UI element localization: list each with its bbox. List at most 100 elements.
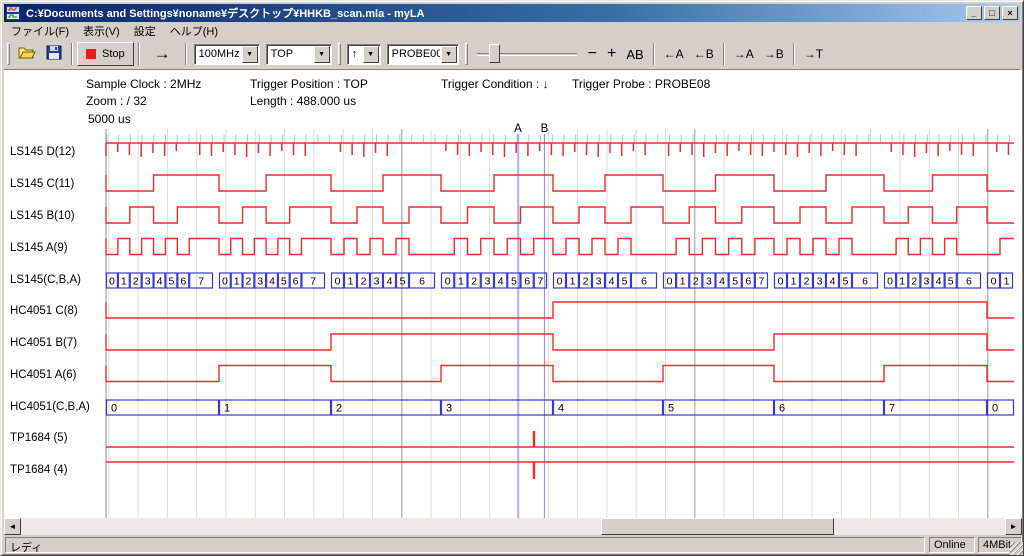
- sample-rate-combo[interactable]: 100MHz ▼: [194, 44, 260, 65]
- signal-label[interactable]: LS145 A(9): [10, 242, 106, 257]
- bus-value: 6: [180, 276, 186, 288]
- toolbar-grip[interactable]: [7, 43, 10, 65]
- bus-value: 0: [111, 403, 117, 415]
- goto-b-left-button[interactable]: ←B: [689, 45, 719, 63]
- bus-value: 3: [484, 276, 490, 288]
- stop-button[interactable]: Stop: [77, 42, 134, 66]
- bus-value: 1: [680, 276, 686, 288]
- bus-value: 1: [791, 276, 797, 288]
- waveform-plot[interactable]: AB01234567012345670123456012345670123456…: [4, 70, 1022, 518]
- bus-value: 0: [335, 276, 341, 288]
- bus-value: 6: [641, 276, 647, 288]
- save-floppy-icon: [46, 45, 62, 60]
- bus-value: 3: [706, 276, 712, 288]
- dropdown-arrow-icon[interactable]: ▼: [363, 46, 379, 63]
- maximize-button[interactable]: □: [984, 6, 1000, 20]
- marker-a-label: A: [514, 123, 522, 135]
- scroll-left-arrow-icon[interactable]: ◄: [4, 518, 21, 535]
- scroll-right-arrow-icon[interactable]: ►: [1005, 518, 1022, 535]
- menu-settings[interactable]: 設定: [127, 21, 163, 41]
- zoom-out-button[interactable]: −: [583, 43, 602, 65]
- toolbar-grip[interactable]: [338, 43, 341, 65]
- signal-label[interactable]: HC4051 B(7): [10, 337, 106, 352]
- signal-label[interactable]: TP1684 (5): [10, 432, 106, 447]
- bus-value: 4: [936, 276, 942, 288]
- menu-view[interactable]: 表示(V): [76, 21, 127, 41]
- signal-label[interactable]: LS145 B(10): [10, 210, 106, 225]
- bus-value: 5: [843, 276, 849, 288]
- resize-grip[interactable]: [1010, 542, 1023, 555]
- toolbar-separator: [793, 43, 795, 65]
- bus-value: 4: [558, 403, 564, 415]
- sample-rate-value: 100MHz: [195, 48, 241, 60]
- bus-value: 7: [759, 276, 765, 288]
- bus-value: 4: [157, 276, 163, 288]
- app-icon: [6, 5, 22, 21]
- bus-value: 3: [446, 403, 452, 415]
- dropdown-arrow-icon[interactable]: ▼: [441, 46, 457, 63]
- goto-trigger-button[interactable]: →T: [799, 45, 828, 63]
- waveform-panel[interactable]: Sample Clock : 2MHz Trigger Position : T…: [4, 70, 1022, 518]
- signal-label[interactable]: TP1684 (4): [10, 464, 106, 479]
- bus-value: 5: [168, 276, 174, 288]
- stop-label: Stop: [102, 48, 125, 60]
- dropdown-arrow-icon[interactable]: ▼: [242, 46, 258, 63]
- run-button[interactable]: →: [144, 44, 181, 64]
- bus-value: 1: [570, 276, 576, 288]
- signal-label[interactable]: LS145(C,B,A): [10, 274, 106, 289]
- toolbar-grip[interactable]: [465, 43, 468, 65]
- bus-value: 6: [966, 276, 972, 288]
- minimize-button[interactable]: _: [966, 6, 982, 20]
- bus-value: 5: [948, 276, 954, 288]
- bus-value: 4: [387, 276, 393, 288]
- bus-value: 5: [400, 276, 406, 288]
- trigger-position-combo[interactable]: TOP ▼: [266, 44, 332, 65]
- horizontal-scrollbar[interactable]: ◄ ►: [4, 518, 1022, 535]
- title-bar[interactable]: C:¥Documents and Settings¥noname¥デスクトップ¥…: [4, 4, 1020, 22]
- bus-value: 1: [348, 276, 354, 288]
- bus-value: 5: [668, 403, 674, 415]
- bus-value: 6: [779, 403, 785, 415]
- bus-value: 5: [281, 276, 287, 288]
- bus-value: 7: [198, 276, 204, 288]
- bus-value: 2: [133, 276, 139, 288]
- signal-label[interactable]: HC4051 C(8): [10, 305, 106, 320]
- trace-1: [106, 175, 1014, 191]
- app-window: C:¥Documents and Settings¥noname¥デスクトップ¥…: [0, 0, 1024, 556]
- signal-label[interactable]: LS145 D(12): [10, 146, 106, 161]
- bus-value: 2: [804, 276, 810, 288]
- dropdown-arrow-icon[interactable]: ▼: [314, 46, 330, 63]
- goto-a-right-button[interactable]: →A: [729, 45, 759, 63]
- bus-cell: [554, 400, 663, 415]
- signal-label[interactable]: LS145 C(11): [10, 178, 106, 193]
- trigger-edge-combo[interactable]: ↑ ▼: [347, 44, 381, 65]
- bus-value: 2: [246, 276, 252, 288]
- bus-value: 1: [224, 403, 230, 415]
- trace-6: [106, 334, 1014, 350]
- zoom-in-button[interactable]: +: [602, 43, 621, 65]
- goto-b-right-button[interactable]: →B: [759, 45, 789, 63]
- bus-value: 0: [445, 276, 451, 288]
- scrollbar-thumb[interactable]: [601, 518, 834, 535]
- zoom-slider[interactable]: [477, 43, 577, 65]
- goto-a-left-button[interactable]: ←A: [659, 45, 689, 63]
- signal-label[interactable]: HC4051 A(6): [10, 369, 106, 384]
- bus-value: 1: [458, 276, 464, 288]
- bus-value: 0: [887, 276, 893, 288]
- zoom-slider-handle[interactable]: [489, 44, 500, 63]
- bus-value: 3: [596, 276, 602, 288]
- bus-value: 3: [145, 276, 151, 288]
- bus-value: 0: [667, 276, 673, 288]
- zoom-ab-button[interactable]: AB: [621, 45, 648, 64]
- trace-7: [106, 366, 1014, 382]
- marker-b-label: B: [541, 123, 549, 135]
- signal-label[interactable]: HC4051(C,B,A): [10, 401, 106, 416]
- menu-file[interactable]: ファイル(F): [4, 21, 76, 41]
- bus-value: 1: [1004, 276, 1010, 288]
- open-button[interactable]: [13, 43, 41, 65]
- bus-value: 4: [830, 276, 836, 288]
- menu-help[interactable]: ヘルプ(H): [163, 21, 225, 41]
- close-button[interactable]: ×: [1002, 6, 1018, 20]
- save-button[interactable]: [41, 43, 67, 65]
- trigger-probe-combo[interactable]: PROBE00 ▼: [387, 44, 459, 65]
